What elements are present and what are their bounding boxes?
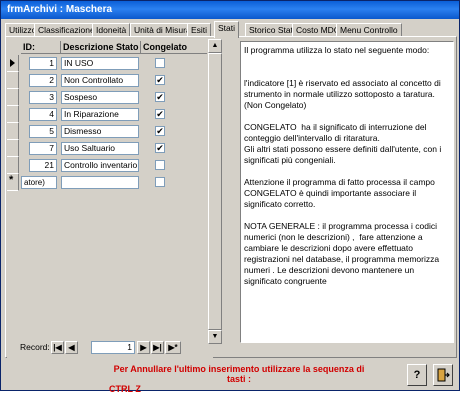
header-id: ID: <box>21 41 61 54</box>
descrizione-cell[interactable]: IN USO <box>61 57 139 70</box>
new-record-icon: * <box>9 174 14 186</box>
congelato-checkbox[interactable]: ✔ <box>155 109 165 119</box>
tab-unita-misura[interactable]: Unità di Misura <box>130 23 195 37</box>
tab-classificazione[interactable]: Classificazione <box>34 23 99 37</box>
congelato-checkbox[interactable] <box>155 58 165 68</box>
descrizione-cell[interactable] <box>61 176 139 189</box>
tab-stati[interactable]: Stati <box>214 21 240 38</box>
congelato-checkbox[interactable] <box>155 160 165 170</box>
help-icon: ? <box>413 369 421 381</box>
info-text: Il programma utilizza lo stato nel segue… <box>240 41 454 343</box>
record-selector[interactable]: * <box>7 174 19 191</box>
record-selector[interactable] <box>7 106 19 123</box>
record-selector[interactable] <box>7 72 19 89</box>
record-selector[interactable] <box>7 157 19 174</box>
id-cell[interactable]: 7 <box>29 142 57 155</box>
congelato-checkbox[interactable]: ✔ <box>155 75 165 85</box>
exit-button[interactable] <box>433 364 453 386</box>
descrizione-cell[interactable]: Dismesso <box>61 125 139 138</box>
table-row[interactable]: 1 IN USO <box>7 55 213 72</box>
header-congelato: Congelato <box>141 41 211 54</box>
congelato-checkbox[interactable]: ✔ <box>155 126 165 136</box>
id-cell[interactable]: 2 <box>29 74 57 87</box>
new-record-nav-icon[interactable]: ▶* <box>165 341 181 354</box>
grid-scrollbar[interactable]: ▲ ▼ <box>207 39 222 344</box>
undo-warning-line1: Per Annullare l'ultimo inserimento utili… <box>113 364 365 384</box>
record-selector[interactable] <box>7 55 19 72</box>
first-record-icon[interactable]: |◀ <box>51 341 64 354</box>
table-row[interactable]: 7 Uso Saltuario ✔ <box>7 140 213 157</box>
record-navigator: Record: |◀ ◀ 1 ▶ ▶| ▶* <box>7 341 219 355</box>
table-row[interactable]: 2 Non Controllato ✔ <box>7 72 213 89</box>
record-selector[interactable] <box>7 123 19 140</box>
congelato-checkbox[interactable]: ✔ <box>155 92 165 102</box>
tab-storico-stati[interactable]: Storico Stati <box>245 23 299 37</box>
scroll-thumb[interactable] <box>208 53 222 330</box>
tab-idoneita[interactable]: Idoneità <box>92 23 131 37</box>
table-row[interactable]: 3 Sospeso ✔ <box>7 89 213 106</box>
id-cell[interactable]: 3 <box>29 91 57 104</box>
id-cell[interactable]: 1 <box>29 57 57 70</box>
states-grid: ID: Descrizione Stato Congelato 1 IN USO… <box>7 41 213 359</box>
congelato-checkbox[interactable]: ✔ <box>155 143 165 153</box>
new-record-row[interactable]: * atore) <box>7 174 213 191</box>
descrizione-cell[interactable]: Uso Saltuario <box>61 142 139 155</box>
header-descrizione: Descrizione Stato <box>61 41 141 54</box>
id-cell[interactable]: 21 <box>29 159 57 172</box>
current-record-icon <box>10 59 15 67</box>
undo-warning-line2: CTRL Z <box>109 384 141 394</box>
table-row[interactable]: 4 In Riparazione ✔ <box>7 106 213 123</box>
record-number-input[interactable]: 1 <box>91 341 135 354</box>
record-selector[interactable] <box>7 140 19 157</box>
table-row[interactable]: 21 Controllo inventario <box>7 157 213 174</box>
last-record-icon[interactable]: ▶| <box>151 341 164 354</box>
tab-esiti[interactable]: Esiti <box>187 23 212 37</box>
congelato-checkbox[interactable] <box>155 177 165 187</box>
descrizione-cell[interactable]: Non Controllato <box>61 74 139 87</box>
prev-record-icon[interactable]: ◀ <box>65 341 78 354</box>
next-record-icon[interactable]: ▶ <box>137 341 150 354</box>
exit-door-icon <box>437 368 450 382</box>
tab-menu-controllo[interactable]: Menu Controllo <box>336 23 402 37</box>
descrizione-cell[interactable]: In Riparazione <box>61 108 139 121</box>
scroll-up-icon[interactable]: ▲ <box>208 39 222 53</box>
record-selector[interactable] <box>7 89 19 106</box>
descrizione-cell[interactable]: Sospeso <box>61 91 139 104</box>
descrizione-cell[interactable]: Controllo inventario <box>61 159 139 172</box>
help-button[interactable]: ? <box>407 364 427 386</box>
id-cell[interactable]: 4 <box>29 108 57 121</box>
main-window: frmArchivi : Maschera Utilizzo Classific… <box>0 0 460 394</box>
tab-strip: Utilizzo Classificazione Idoneità Unità … <box>5 21 457 38</box>
table-row[interactable]: 5 Dismesso ✔ <box>7 123 213 140</box>
window-title: frmArchivi : Maschera <box>1 1 459 19</box>
id-cell[interactable]: 5 <box>29 125 57 138</box>
record-label: Record: <box>20 342 50 352</box>
id-cell[interactable]: atore) <box>21 176 57 189</box>
undo-warning: Per Annullare l'ultimo inserimento utili… <box>109 364 369 394</box>
